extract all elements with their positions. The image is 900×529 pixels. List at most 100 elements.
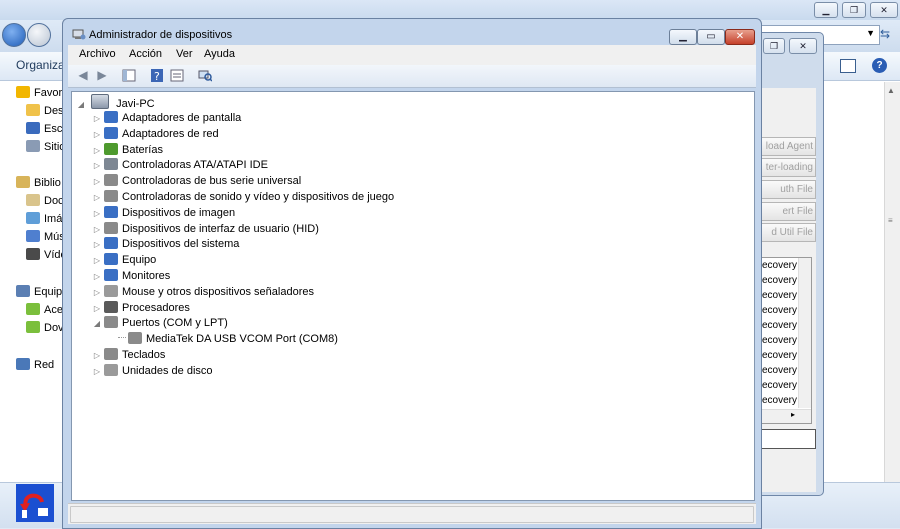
tree-category[interactable]: ▷ Controladoras ATA/ATAPI IDE <box>92 157 268 173</box>
expand-arrow-icon[interactable]: ▷ <box>92 269 102 285</box>
tree-category[interactable]: ◢ Puertos (COM y LPT) <box>92 315 228 331</box>
expand-arrow-icon[interactable]: ▷ <box>92 206 102 222</box>
back-arrow-icon[interactable]: ◀ <box>76 69 90 82</box>
maximize-button[interactable]: ▭ <box>697 29 725 45</box>
tree-category[interactable]: ▷ Controladoras de bus serie universal <box>92 173 301 189</box>
libraries-icon <box>16 176 30 188</box>
explorer-maximize-button[interactable]: ❐ <box>842 2 866 18</box>
expand-arrow-icon[interactable]: ▷ <box>92 253 102 269</box>
tool-close-button[interactable]: ✕ <box>789 38 817 54</box>
forward-arrow-icon[interactable]: ▶ <box>95 69 109 82</box>
nav-item[interactable]: Favor <box>16 86 62 102</box>
nav-item[interactable]: Imá <box>26 212 62 228</box>
nav-item[interactable]: Equip <box>16 285 62 301</box>
explorer-close-button[interactable]: ✕ <box>870 2 898 18</box>
nav-item[interactable]: Víde <box>26 248 67 264</box>
tool-log-scrollbar[interactable] <box>798 258 811 408</box>
menu-ayuda[interactable]: Ayuda <box>204 48 235 60</box>
expand-arrow-icon[interactable]: ▷ <box>92 127 102 143</box>
menu-archivo[interactable]: Archivo <box>79 48 116 60</box>
nav-item[interactable]: Sitio <box>26 140 65 156</box>
nav-item-label: Doc <box>44 195 64 207</box>
tree-category[interactable]: ▷ Adaptadores de red <box>92 126 219 142</box>
nav-item-label: Des <box>44 105 64 117</box>
nav-item[interactable]: Des <box>26 104 64 120</box>
port-device-icon <box>128 332 142 344</box>
mouse-icon <box>104 285 118 297</box>
expand-arrow-icon[interactable]: ▷ <box>92 285 102 301</box>
tree-category[interactable]: ▷ Teclados <box>92 347 165 363</box>
tree-category[interactable]: ▷ Unidades de disco <box>92 363 213 379</box>
expand-arrow-icon[interactable]: ▷ <box>92 158 102 174</box>
nav-item[interactable]: Mús <box>26 230 65 246</box>
tree-category[interactable]: ▷ Equipo <box>92 252 156 268</box>
root-label: Javi-PC <box>116 98 155 110</box>
tree-category[interactable]: ▷ Procesadores <box>92 300 190 316</box>
explorer-scrollbar[interactable]: ▲ ≡ <box>884 82 900 482</box>
tree-category[interactable]: ▷ Monitores <box>92 268 170 284</box>
tree-category[interactable]: ▷ Controladoras de sonido y vídeo y dispo… <box>92 189 394 205</box>
refresh-icon[interactable]: ⇆ <box>880 27 890 41</box>
scroll-right-icon[interactable]: ▸ <box>791 410 795 419</box>
back-button[interactable] <box>2 23 26 47</box>
nav-item[interactable]: Biblio <box>16 176 61 192</box>
menu-accion[interactable]: Acción <box>129 48 162 60</box>
close-button[interactable]: ✕ <box>725 29 755 45</box>
scroll-grip-icon[interactable]: ≡ <box>888 216 893 225</box>
expand-arrow-icon[interactable]: ▷ <box>92 111 102 127</box>
help-icon[interactable]: ? <box>150 69 164 83</box>
monitor-icon <box>104 269 118 281</box>
tree-category-label: Dispositivos del sistema <box>122 238 240 250</box>
properties-icon[interactable] <box>170 69 184 82</box>
expand-arrow-icon[interactable]: ▷ <box>92 348 102 364</box>
battery-icon <box>104 143 118 155</box>
nav-item[interactable]: Dov <box>26 321 64 337</box>
show-hide-tree-icon[interactable] <box>122 69 136 82</box>
preview-pane-icon[interactable] <box>840 59 856 73</box>
tree-device[interactable]: MediaTek DA USB VCOM Port (COM8) <box>118 331 338 347</box>
help-icon[interactable]: ? <box>872 58 887 73</box>
expand-arrow-icon[interactable]: ▷ <box>92 174 102 190</box>
videos-icon <box>26 248 40 260</box>
nav-item[interactable]: Escr <box>26 122 66 138</box>
collapse-arrow-icon[interactable]: ◢ <box>76 97 86 113</box>
organize-button[interactable]: Organizar <box>16 58 69 72</box>
tree-category[interactable]: ▷ Baterías <box>92 142 163 158</box>
scroll-up-icon[interactable]: ▲ <box>887 86 895 95</box>
expand-arrow-icon[interactable]: ▷ <box>92 237 102 253</box>
tree-category-label: Dispositivos de imagen <box>122 207 236 219</box>
tree-category-label: Controladoras ATA/ATAPI IDE <box>122 159 268 171</box>
display-adapter-icon <box>104 111 118 123</box>
tree-category-label: Adaptadores de red <box>122 128 219 140</box>
tree-root[interactable]: ◢ Javi-PC <box>76 94 155 110</box>
sound-icon <box>104 190 118 202</box>
menu-ver[interactable]: Ver <box>176 48 193 60</box>
expand-arrow-icon[interactable]: ▷ <box>92 190 102 206</box>
collapse-arrow-icon[interactable]: ◢ <box>92 316 102 332</box>
tool-restore-button[interactable]: ❐ <box>763 38 785 54</box>
device-tree[interactable]: ◢ Javi-PC ▷ Adaptadores de pantalla ▷ Adapt… <box>71 91 755 501</box>
scan-hardware-icon[interactable] <box>198 69 213 82</box>
nav-item[interactable]: Doc <box>26 194 64 210</box>
explorer-minimize-button[interactable]: ▁ <box>814 2 838 18</box>
tree-category-label: Controladoras de bus serie universal <box>122 175 302 187</box>
tree-category[interactable]: ▷ Dispositivos del sistema <box>92 236 239 252</box>
tree-category[interactable]: ▷ Dispositivos de interfaz de usuario (HI… <box>92 221 319 237</box>
nav-item[interactable]: Ace <box>26 303 63 319</box>
tree-category[interactable]: ▷ Dispositivos de imagen <box>92 205 235 221</box>
ports-icon <box>104 316 118 328</box>
tree-category[interactable]: ▷ Mouse y otros dispositivos señaladores <box>92 284 314 300</box>
recent-places-icon <box>26 140 40 152</box>
tree-category-label: Puertos (COM y LPT) <box>122 317 228 329</box>
minimize-button[interactable]: ▁ <box>669 29 697 45</box>
nav-item-label: Equip <box>34 286 63 298</box>
android-icon <box>26 303 40 315</box>
computer-icon <box>91 94 110 109</box>
svg-text:?: ? <box>154 70 160 82</box>
toolbar: ◀ ▶ ? <box>68 65 756 88</box>
tree-category[interactable]: ▷ Adaptadores de pantalla <box>92 110 241 126</box>
forward-button[interactable] <box>27 23 51 47</box>
nav-item[interactable]: Red <box>16 358 54 374</box>
address-dropdown-icon[interactable]: ▼ <box>866 28 875 38</box>
expand-arrow-icon[interactable]: ▷ <box>92 364 102 380</box>
